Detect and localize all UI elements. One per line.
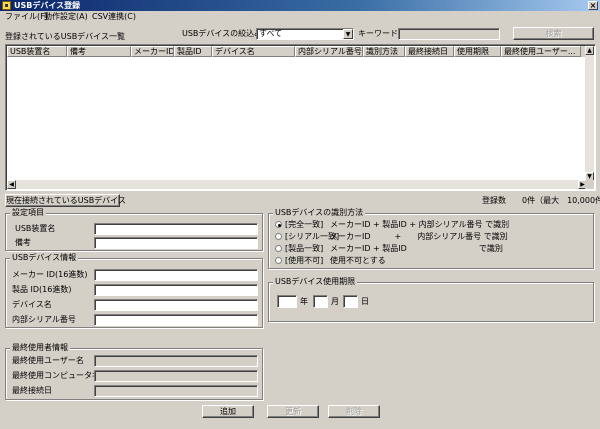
table-header: USB装置名 備考 メーカーID 製品ID デバイス名 内部シリアル番号 識別方… <box>7 46 587 57</box>
column-header[interactable]: 製品ID <box>174 46 212 57</box>
menu-bar: ファイル(F) 動作設定(A) CSV連携(C) <box>0 11 600 23</box>
keyword-label: キーワード <box>358 29 398 38</box>
device-info-group: USBデバイス情報 メーカー ID(16進数) 製品 ID(16進数) デバイス… <box>5 253 263 328</box>
radio-full-match[interactable]: [完全一致] メーカーID + 製品ID + 内部シリアル番号 で識別 <box>275 219 585 230</box>
column-header[interactable]: 内部シリアル番号 <box>295 46 363 57</box>
search-button[interactable]: 検索 <box>513 27 594 40</box>
radio-icon[interactable] <box>275 233 282 240</box>
radio-checked-icon[interactable] <box>275 221 282 228</box>
filter-selected-value: すべて <box>259 29 283 38</box>
last-connect-date-label: 最終接続日 <box>12 386 52 395</box>
scroll-up-icon[interactable]: ▲ <box>585 46 594 55</box>
device-info-group-title: USBデバイス情報 <box>10 253 79 263</box>
settings-group-title: 設定項目 <box>10 208 46 218</box>
identify-method-group-title: USBデバイスの識別方法 <box>273 208 366 218</box>
column-header[interactable]: USB装置名 <box>7 46 67 57</box>
radio-product-match-desc: メーカーID + 製品ID で識別 <box>330 244 503 253</box>
radio-icon[interactable] <box>275 257 282 264</box>
title-bar: ▪ USBデバイス登録 × <box>0 0 600 11</box>
device-name-input[interactable] <box>94 299 258 311</box>
table-body[interactable] <box>7 57 587 181</box>
serial-number-input[interactable] <box>94 314 258 326</box>
window-title: USBデバイス登録 <box>14 1 81 10</box>
column-header[interactable]: メーカーID <box>131 46 174 57</box>
radio-product-match-label: [製品一致] <box>285 244 324 253</box>
update-button[interactable]: 更新 <box>267 405 319 418</box>
vendor-id-input[interactable] <box>94 269 258 281</box>
last-user-group: 最終使用者情報 最終使用ユーザー名 最終使用コンピュータ名 最終接続日 <box>5 343 263 400</box>
menu-csv-link[interactable]: CSV連携(C) <box>92 11 136 23</box>
last-computer-name-field <box>94 370 258 382</box>
device-table: USB装置名 備考 メーカーID 製品ID デバイス名 内部シリアル番号 識別方… <box>5 44 596 191</box>
serial-number-label: 内部シリアル番号 <box>12 315 76 324</box>
product-id-input[interactable] <box>94 284 258 296</box>
horizontal-scrollbar[interactable]: ◀ ▶ <box>7 180 587 189</box>
expiry-group: USBデバイス使用期限 年 月 日 <box>268 277 594 322</box>
close-button[interactable]: × <box>588 1 598 10</box>
usb-device-registration-window: ▪ USBデバイス登録 × ファイル(F) 動作設定(A) CSV連携(C) 登… <box>0 0 600 429</box>
delete-button[interactable]: 削除 <box>328 405 380 418</box>
usb-name-input[interactable] <box>94 223 258 235</box>
radio-disable[interactable]: [使用不可] 使用不可とする <box>275 255 585 266</box>
year-label: 年 <box>300 297 308 306</box>
vendor-id-label: メーカー ID(16進数) <box>12 270 88 279</box>
last-user-group-title: 最終使用者情報 <box>10 343 70 353</box>
expiry-day-input[interactable] <box>343 295 358 308</box>
add-button[interactable]: 追加 <box>202 405 254 418</box>
keyword-input[interactable] <box>398 28 500 40</box>
radio-disable-label: [使用不可] <box>285 256 324 265</box>
last-user-name-label: 最終使用ユーザー名 <box>12 356 84 365</box>
menu-action-settings[interactable]: 動作設定(A) <box>44 11 88 23</box>
radio-serial-match-desc: メーカーID + 内部シリアル番号 で識別 <box>330 232 508 241</box>
device-name-label: デバイス名 <box>12 300 52 309</box>
vertical-scrollbar[interactable]: ▲ ▼ <box>585 46 594 181</box>
radio-disable-desc: 使用不可とする <box>330 256 386 265</box>
filter-label: USBデバイスの絞込み <box>182 29 263 38</box>
radio-full-match-desc: メーカーID + 製品ID + 内部シリアル番号 で識別 <box>330 220 510 229</box>
scroll-corner <box>585 180 594 189</box>
count-value: 0件（最大 10,000件） <box>522 196 600 205</box>
identify-method-group: USBデバイスの識別方法 [完全一致] メーカーID + 製品ID + 内部シリ… <box>268 208 594 269</box>
radio-icon[interactable] <box>275 245 282 252</box>
day-label: 日 <box>361 297 369 306</box>
last-user-name-field <box>94 355 258 367</box>
expiry-year-input[interactable] <box>277 295 297 308</box>
usb-name-label: USB装置名 <box>15 224 56 233</box>
column-header[interactable]: デバイス名 <box>212 46 295 57</box>
radio-full-match-label: [完全一致] <box>285 220 324 229</box>
count-label: 登録数 <box>482 196 506 205</box>
radio-serial-match[interactable]: [シリアル一致] メーカーID + 内部シリアル番号 で識別 <box>275 231 585 242</box>
column-header[interactable]: 最終接続日 <box>405 46 454 57</box>
expiry-month-input[interactable] <box>313 295 328 308</box>
filter-select[interactable]: すべて ▼ <box>256 28 354 40</box>
radio-product-match[interactable]: [製品一致] メーカーID + 製品ID で識別 <box>275 243 585 254</box>
last-connect-date-field <box>94 385 258 397</box>
app-icon: ▪ <box>2 1 11 10</box>
menu-file[interactable]: ファイル(F) <box>5 11 48 23</box>
dropdown-arrow-icon[interactable]: ▼ <box>343 29 353 39</box>
column-header[interactable]: 識別方法 <box>363 46 405 57</box>
scroll-left-icon[interactable]: ◀ <box>7 180 16 189</box>
note-label: 備考 <box>15 238 31 247</box>
month-label: 月 <box>331 297 339 306</box>
settings-group: 設定項目 USB装置名 備考 <box>5 208 263 251</box>
column-header[interactable]: 備考 <box>67 46 131 57</box>
last-computer-name-label: 最終使用コンピュータ名 <box>12 371 100 380</box>
connected-devices-button[interactable]: 現在接続されているUSBデバイス <box>5 194 126 207</box>
product-id-label: 製品 ID(16進数) <box>12 285 72 294</box>
expiry-group-title: USBデバイス使用期限 <box>273 277 358 287</box>
column-header[interactable]: 使用期限 <box>454 46 501 57</box>
note-input[interactable] <box>94 237 258 249</box>
registered-list-title: 登録されているUSBデバイス一覧 <box>5 32 125 41</box>
column-header[interactable]: 最終使用ユーザー... <box>501 46 581 57</box>
